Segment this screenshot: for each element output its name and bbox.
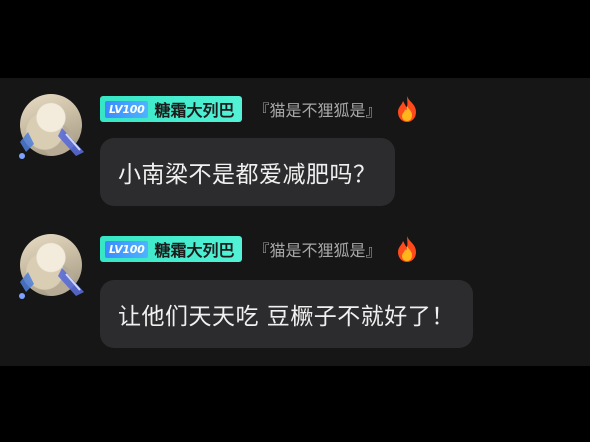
level-badge: LV100 bbox=[105, 100, 149, 118]
chat-message: LV100 糖霜大列巴 『猫是不狸狐是』 让他们天天吃 豆橛子不就好了！ bbox=[0, 230, 590, 370]
fire-icon bbox=[397, 236, 416, 262]
sender-row: LV100 糖霜大列巴 『猫是不狸狐是』 bbox=[100, 96, 420, 122]
username: 糖霜大列巴 bbox=[154, 101, 235, 120]
username-badge[interactable]: LV100 糖霜大列巴 bbox=[100, 96, 242, 122]
avatar[interactable] bbox=[19, 234, 86, 300]
avatar-frame-icon bbox=[19, 268, 84, 299]
avatar-frame-icon bbox=[19, 128, 84, 159]
user-tag: 『猫是不狸狐是』 bbox=[253, 101, 382, 120]
message-bubble[interactable]: 小南梁不是都爱减肥吗？ bbox=[100, 138, 395, 206]
chat-message: LV100 糖霜大列巴 『猫是不狸狐是』 小南梁不是都爱减肥吗？ bbox=[0, 90, 590, 230]
username: 糖霜大列巴 bbox=[154, 241, 235, 260]
fire-icon bbox=[397, 96, 416, 122]
avatar[interactable] bbox=[19, 94, 86, 160]
sender-row: LV100 糖霜大列巴 『猫是不狸狐是』 bbox=[100, 236, 420, 262]
username-badge[interactable]: LV100 糖霜大列巴 bbox=[100, 236, 242, 262]
user-tag: 『猫是不狸狐是』 bbox=[253, 241, 382, 260]
level-badge: LV100 bbox=[105, 240, 149, 258]
message-bubble[interactable]: 让他们天天吃 豆橛子不就好了！ bbox=[100, 280, 473, 348]
